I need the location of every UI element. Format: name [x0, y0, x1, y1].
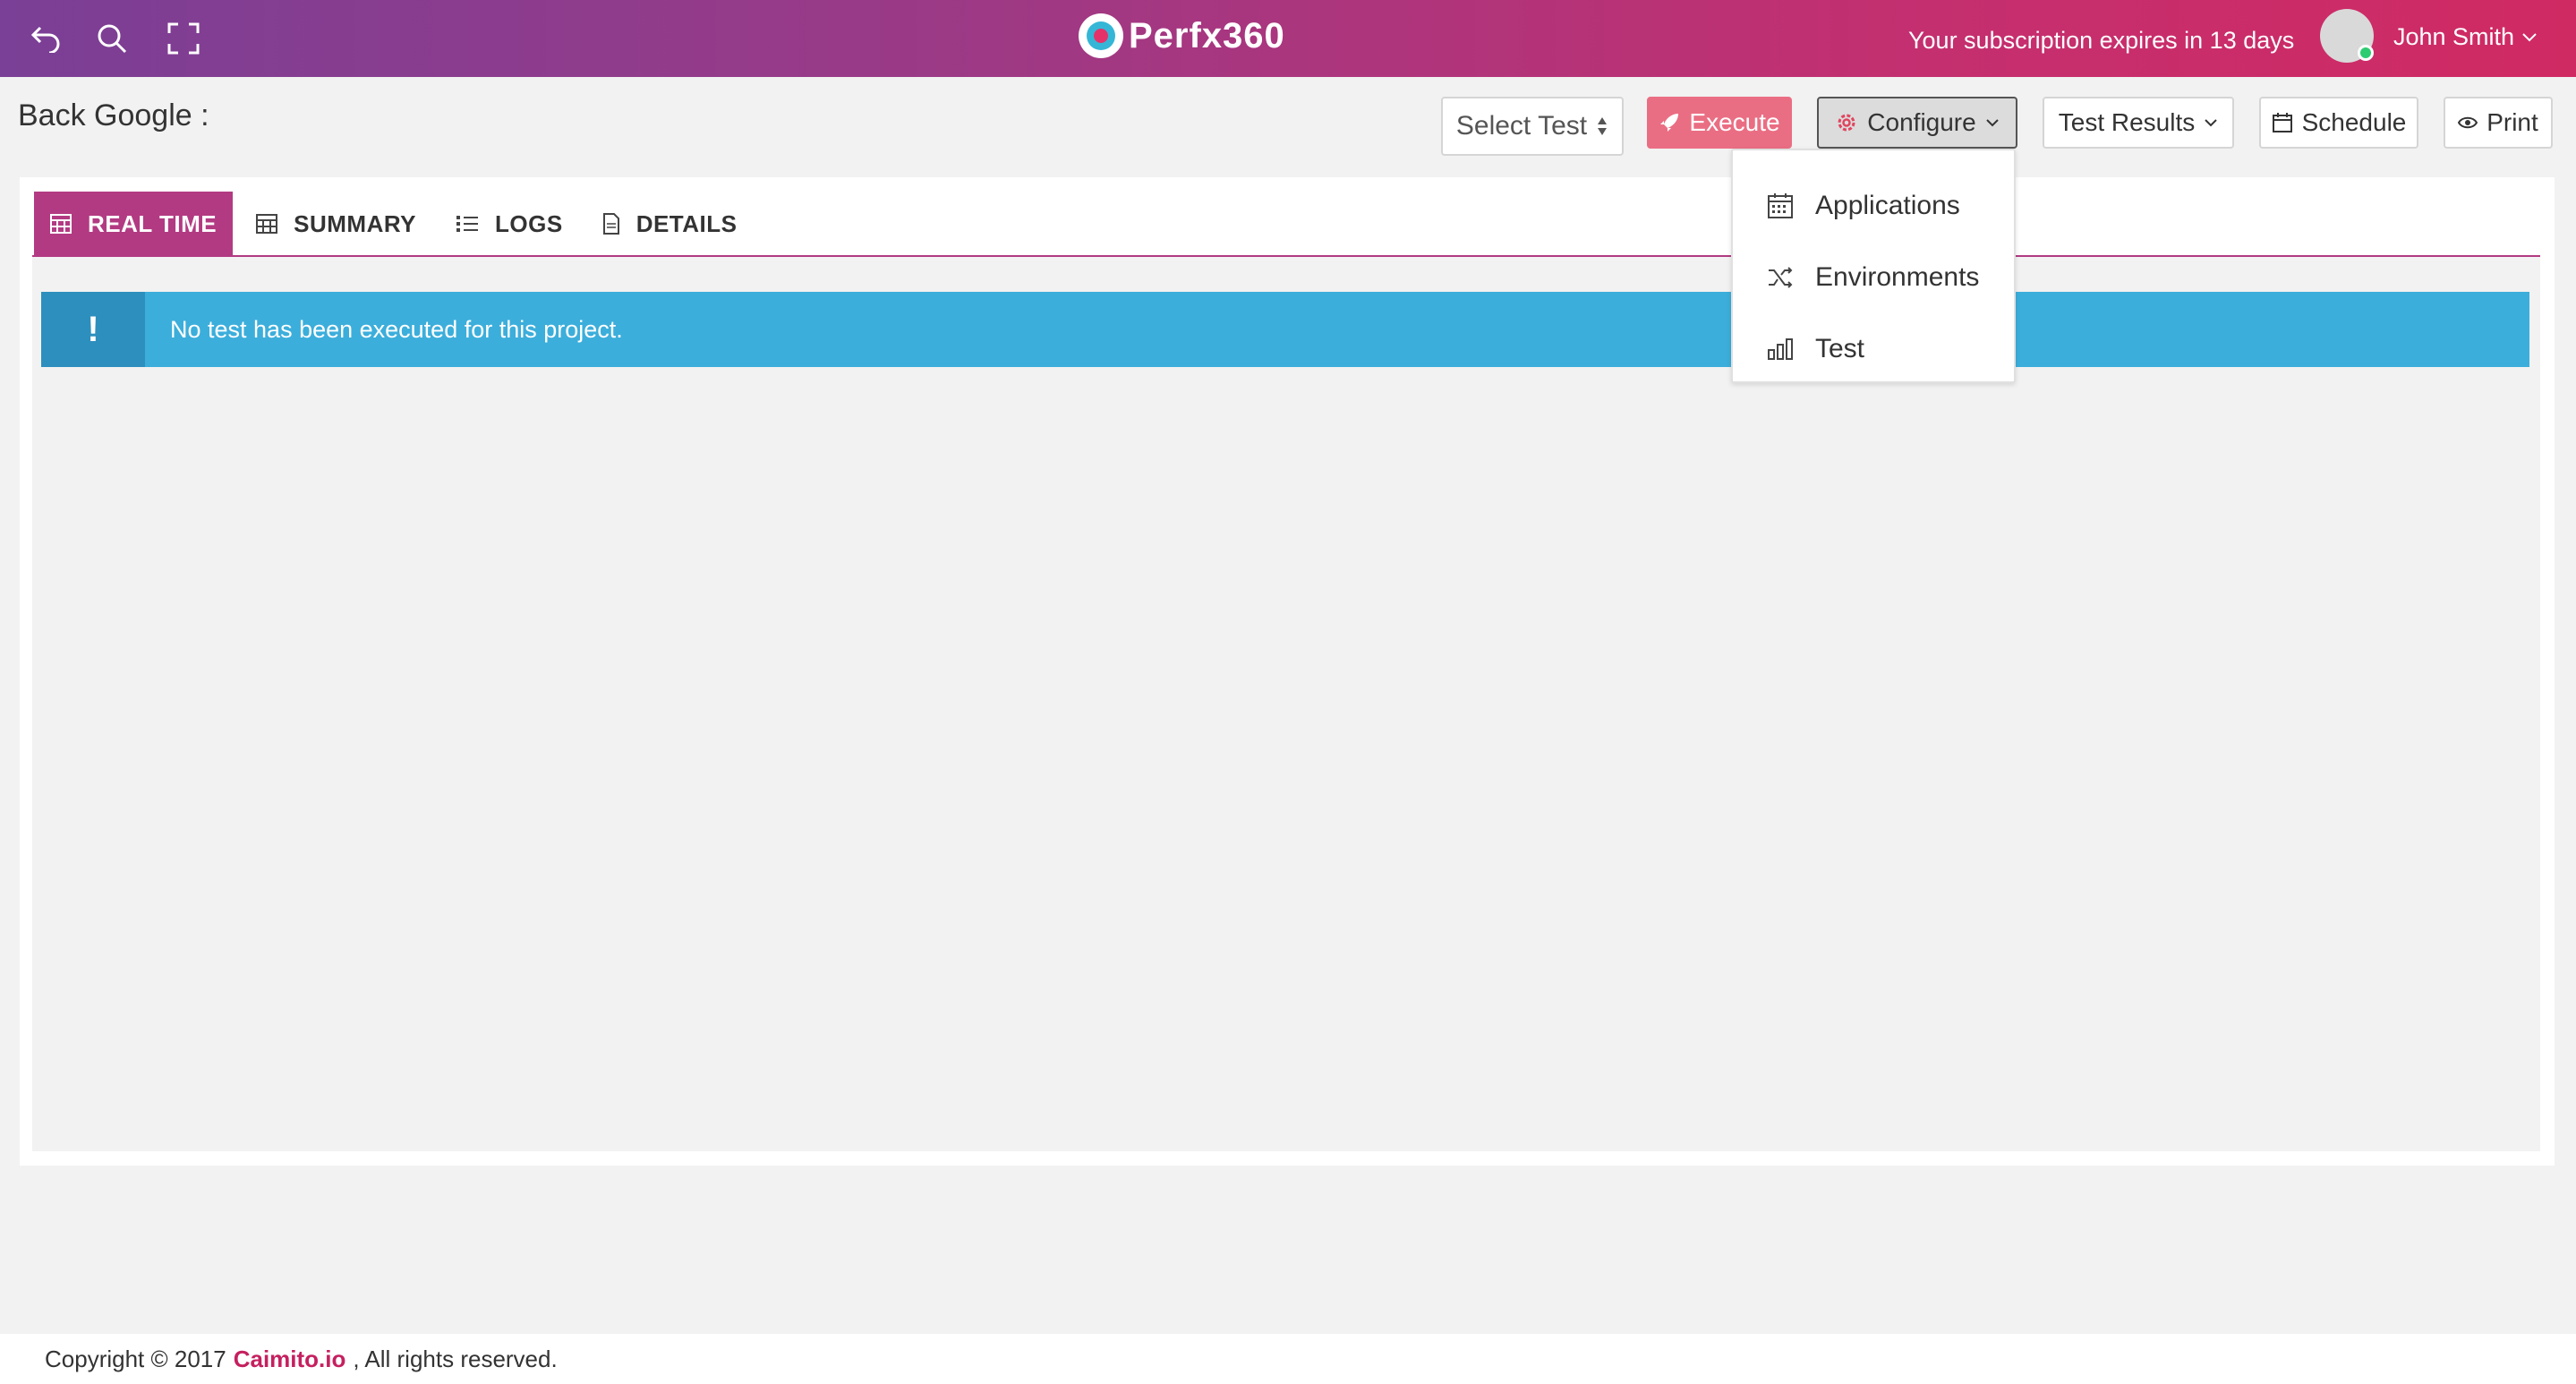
tab-label: REAL TIME [88, 209, 218, 237]
execute-label: Execute [1689, 108, 1780, 136]
test-results-button[interactable]: Test Results [2043, 97, 2234, 149]
tab-real-time[interactable]: REAL TIME [34, 192, 234, 256]
alert-message: No test has been executed for this proje… [170, 315, 623, 343]
rights-text: , All rights reserved. [353, 1345, 558, 1372]
calendar-icon [2272, 113, 2292, 132]
logo-text: Perfx360 [1129, 15, 1285, 56]
tab-logs[interactable]: LOGS [439, 192, 579, 256]
perfx360-logo[interactable]: Perfx360 [1079, 9, 1285, 63]
online-status-dot [2358, 45, 2374, 61]
brand-link[interactable]: Caimito.io [234, 1346, 346, 1373]
rocket-icon [1660, 114, 1679, 132]
menu-item-environments[interactable]: Environments [1733, 242, 2014, 313]
shuffle-icon [1769, 267, 1793, 288]
tab-underline [32, 255, 2540, 257]
schedule-button[interactable]: Schedule [2259, 97, 2418, 149]
back-arrow-icon[interactable] [23, 16, 68, 61]
footer: Copyright © 2017 Caimito.io , All rights… [0, 1334, 2576, 1384]
tab-label: LOGS [495, 209, 563, 237]
execute-button[interactable]: Execute [1647, 97, 1792, 149]
content-area [32, 256, 2540, 1151]
chevron-down-icon [1985, 119, 1999, 127]
logo-mark-icon [1079, 13, 1123, 58]
menu-item-label: Test [1815, 334, 1865, 363]
table-icon [256, 214, 278, 234]
top-bar: Perfx360 Your subscription expires in 13… [0, 0, 2576, 77]
menu-item-test[interactable]: Test [1733, 313, 2014, 385]
menu-item-applications[interactable]: Applications [1733, 170, 2014, 242]
select-test-dropdown[interactable]: Select Test [1441, 97, 1624, 156]
tab-summary[interactable]: SUMMARY [240, 192, 432, 256]
configure-label: Configure [1867, 108, 1976, 136]
configure-button[interactable]: Configure [1817, 97, 2017, 149]
tab-details[interactable]: DETAILS [586, 192, 754, 256]
schedule-label: Schedule [2301, 108, 2407, 136]
exclamation-icon: ! [41, 292, 145, 367]
tab-label: DETAILS [635, 209, 738, 237]
print-button[interactable]: Print [2444, 97, 2553, 149]
table-icon [50, 214, 72, 234]
user-menu[interactable]: John Smith [2393, 23, 2538, 51]
document-icon [602, 213, 619, 235]
fullscreen-icon[interactable] [161, 16, 206, 61]
gear-icon [1838, 114, 1855, 132]
print-label: Print [2486, 108, 2538, 136]
test-results-label: Test Results [2058, 108, 2196, 136]
copyright-text: Copyright © 2017 [45, 1345, 226, 1372]
tab-label: SUMMARY [294, 209, 417, 237]
bar-chart-icon [1768, 338, 1793, 360]
chevron-down-icon [2522, 32, 2537, 41]
menu-item-label: Environments [1815, 262, 1980, 292]
sort-arrows-icon [1598, 117, 1608, 135]
menu-item-label: Applications [1815, 191, 1960, 220]
page-title: Back Google : [18, 98, 209, 132]
subscription-notice: Your subscription expires in 13 days [1908, 27, 2295, 54]
info-alert: ! No test has been executed for this pro… [41, 292, 2529, 367]
calendar-icon [1768, 193, 1793, 218]
select-test-label: Select Test [1455, 111, 1588, 141]
user-name: John Smith [2393, 23, 2515, 50]
search-icon[interactable] [90, 16, 134, 61]
tab-bar: REAL TIME SUMMARY LOGS DETAILS [34, 192, 760, 256]
chevron-down-icon [2205, 119, 2217, 127]
configure-dropdown-menu: Applications Environments Test [1731, 149, 2016, 383]
list-icon [456, 216, 479, 232]
eye-icon [2458, 116, 2478, 129]
